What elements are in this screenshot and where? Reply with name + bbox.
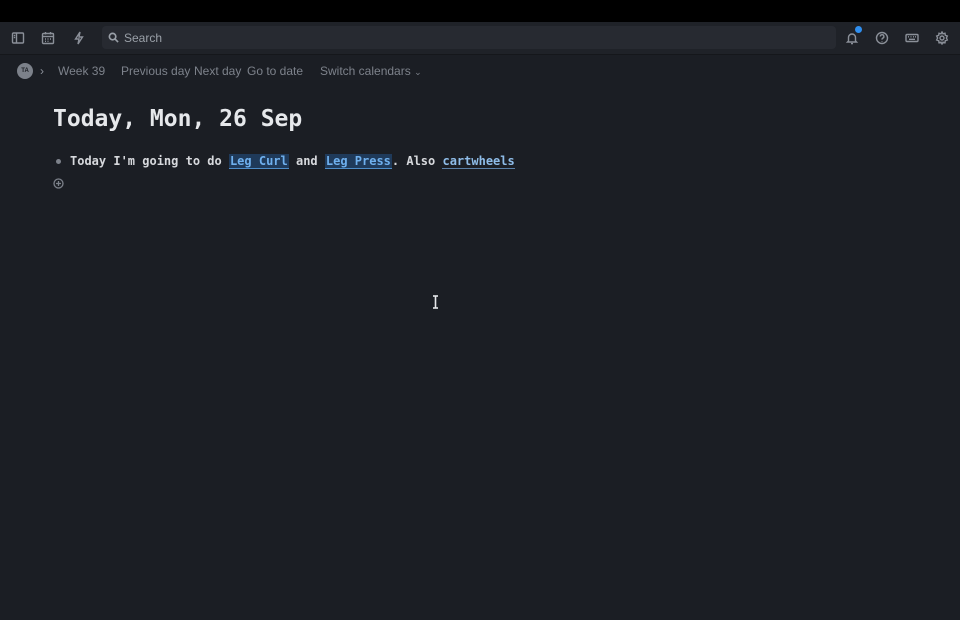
block-text: . Also	[391, 154, 443, 168]
switch-calendars-button[interactable]: Switch calendars ⌄	[320, 64, 422, 78]
calendar-icon[interactable]	[39, 29, 57, 47]
go-to-date-button[interactable]: Go to date	[247, 64, 303, 78]
next-day-button[interactable]: Next day	[194, 64, 241, 78]
page-title: Today, Mon, 26 Sep	[53, 106, 303, 132]
notification-dot	[855, 26, 862, 33]
text-cursor-icon	[431, 295, 440, 309]
reference-leg-press[interactable]: Leg Press	[324, 153, 392, 169]
search-bar[interactable]	[102, 26, 836, 49]
lightning-icon[interactable]	[70, 29, 88, 47]
switch-calendars-label: Switch calendars	[320, 64, 411, 78]
date-navigation-bar: TA › Week 39 Previous day Next day Go to…	[0, 62, 960, 80]
reference-leg-curl[interactable]: Leg Curl	[228, 153, 289, 169]
chevron-right-icon: ›	[40, 64, 44, 78]
avatar[interactable]: TA	[17, 63, 33, 79]
help-icon[interactable]	[873, 29, 891, 47]
week-link[interactable]: Week 39	[58, 64, 105, 78]
journal-block[interactable]: Today I'm going to do Leg Curl and Leg P…	[53, 152, 515, 170]
chevron-down-icon: ⌄	[414, 67, 422, 77]
add-block-icon[interactable]	[53, 176, 64, 189]
block-bullet[interactable]	[56, 158, 61, 164]
search-input[interactable]	[124, 30, 804, 45]
keyboard-icon[interactable]	[903, 29, 921, 47]
top-toolbar	[0, 22, 960, 55]
reference-cartwheels[interactable]: cartwheels	[442, 154, 515, 169]
block-text: Today I'm going to do	[70, 154, 229, 168]
app-window: TA › Week 39 Previous day Next day Go to…	[0, 22, 960, 620]
settings-icon[interactable]	[933, 29, 951, 47]
block-text: and	[288, 154, 325, 168]
bell-icon[interactable]	[843, 26, 862, 47]
previous-day-button[interactable]: Previous day	[121, 64, 190, 78]
search-icon	[108, 32, 119, 43]
sidebar-toggle-icon[interactable]	[9, 29, 27, 47]
